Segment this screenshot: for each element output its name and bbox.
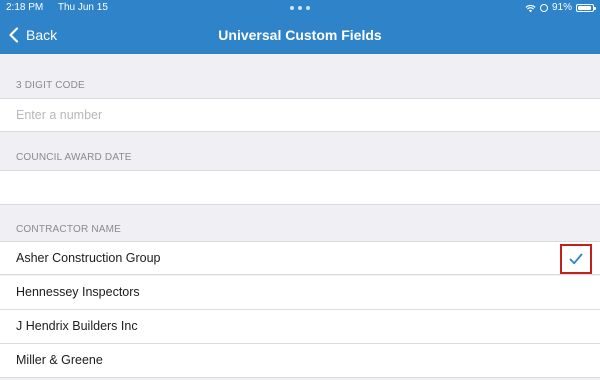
page-title: Universal Custom Fields (218, 27, 382, 43)
wifi-icon (525, 4, 536, 12)
contractor-option-asher[interactable]: Asher Construction Group (0, 241, 600, 275)
navigation-bar: Back Universal Custom Fields (0, 16, 600, 54)
status-bar: 2:18 PM Thu Jun 15 91% (0, 0, 600, 16)
battery-percent: 91% (551, 2, 572, 13)
three-digit-code-input[interactable] (0, 99, 600, 131)
selection-highlight-box (560, 244, 592, 274)
contractor-option-hennessey[interactable]: Hennessey Inspectors (0, 276, 600, 310)
multitasking-dots-icon[interactable] (290, 6, 310, 10)
checkmark-icon (569, 253, 583, 265)
battery-icon (576, 4, 596, 12)
contractor-option-hendrix[interactable]: J Hendrix Builders Inc (0, 310, 600, 344)
three-digit-code-cell (0, 98, 600, 132)
status-left: 2:18 PM Thu Jun 15 (6, 0, 120, 16)
status-time: 2:18 PM (6, 2, 44, 13)
council-award-date-cell (0, 170, 600, 205)
section-header-council-award-date: COUNCIL AWARD DATE (16, 152, 132, 163)
contractor-option-miller[interactable]: Miller & Greene (0, 344, 600, 378)
section-header-3-digit-code: 3 DIGIT CODE (16, 80, 85, 91)
contractor-option-label: Asher Construction Group (16, 251, 161, 265)
status-right: 91% (525, 0, 596, 16)
status-date: Thu Jun 15 (57, 2, 108, 13)
app-header: 2:18 PM Thu Jun 15 91% Back Universal Cu… (0, 0, 600, 54)
contractor-option-label: J Hendrix Builders Inc (16, 319, 138, 333)
section-header-contractor-name: CONTRACTOR NAME (16, 224, 122, 235)
council-award-date-input[interactable] (0, 171, 600, 204)
contractor-option-label: Hennessey Inspectors (16, 285, 140, 299)
contractor-option-label: Miller & Greene (16, 353, 103, 367)
screen-lock-icon (539, 4, 548, 12)
